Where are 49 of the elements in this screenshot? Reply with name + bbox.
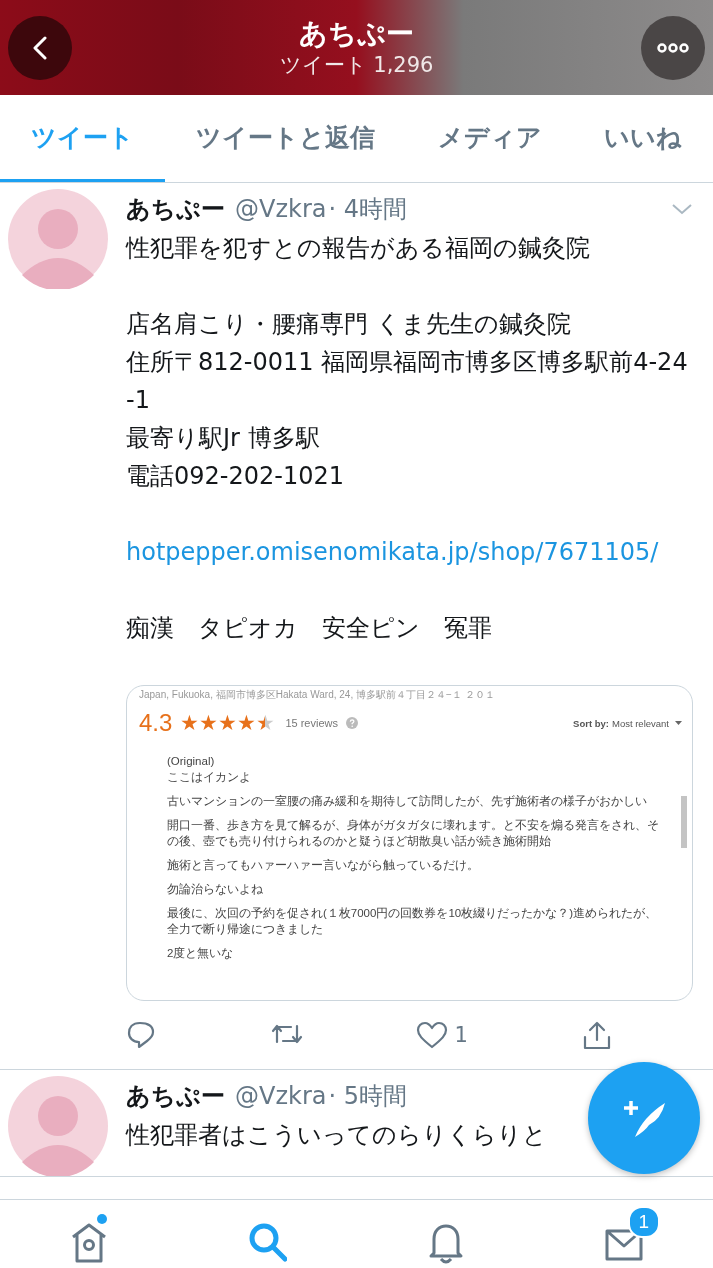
review-text: 最後に、次回の予約を促され(１枚7000円の回数券を10枚綴りだったかな？)進められたが、全力で断り帰途につきました [167, 906, 659, 937]
compose-button[interactable] [588, 1062, 700, 1174]
tweet-time: · 4時間 [328, 194, 408, 225]
review-text: (Original) ここはイカンよ [167, 754, 252, 785]
rating-number: 4.3 [139, 709, 173, 737]
tweet-count: ツイート 1,296 [279, 51, 434, 79]
address-text: Japan, Fukuoka, 福岡市博多区Hakata Ward, 24, 博多駅前４丁目２４−１ ２０１ [139, 689, 496, 701]
tweet-text: 性犯罪者はこういってのらりくらりと [126, 1120, 547, 1151]
tab[interactable]: メディア [406, 95, 573, 182]
user-handle: @Vzkra [235, 1082, 327, 1110]
review-count: 15 reviews [285, 717, 338, 729]
avatar-icon [8, 189, 108, 289]
back-icon [32, 35, 48, 60]
tab[interactable]: ツイートと返信 [165, 95, 407, 182]
caret-icon [675, 721, 682, 725]
tab[interactable]: ツイート [0, 95, 166, 182]
star-icon: ★ [180, 712, 200, 734]
unread-count: 1 [627, 1206, 660, 1238]
share-button[interactable] [581, 1020, 613, 1050]
user-name: あちぷー [126, 194, 225, 225]
tab[interactable]: いいね [572, 95, 713, 182]
user-name: あちぷー [126, 1081, 225, 1112]
review-text: 開口一番、歩き方を見て解るが、身体がガタガタに壊れます。と不安を煽る発言をされ、その後、壺でも売り付けられるのかと疑うほど胡散臭い話が続き施術開始 [167, 818, 660, 849]
more-icon [657, 42, 689, 53]
tweet-text: 電話092-202-1021 [126, 461, 345, 492]
review-text: 勿論治らないよね [167, 882, 264, 897]
avatar-icon [8, 1076, 108, 1176]
like-button[interactable]: 1 [416, 1020, 468, 1050]
tweet-time: · 5時間 [328, 1081, 408, 1112]
share-icon [581, 1020, 613, 1050]
tweet-text: 住所〒812-0011 福岡県福岡市博多区博多駅前4-24-1 [126, 347, 689, 416]
review-text: 施術と言ってもハァーハァー言いながら触っているだけ。 [167, 858, 480, 873]
link[interactable]: hotpepper.omisenomikata.jp/shop/7671105/ [126, 533, 693, 571]
help-icon [345, 717, 358, 729]
profile-name: あちぷー [299, 16, 414, 51]
heart-icon [416, 1020, 449, 1050]
star-icon: ★ [237, 712, 257, 734]
review-text: 2度と無いな [167, 946, 235, 961]
star-icon: ★ [218, 712, 238, 734]
tweet-text: 店名肩こり・腰痛専門 くま先生の鍼灸院 [126, 309, 572, 340]
tweet-text: 痴漢 タピオカ 安全ピン 冤罪 [126, 613, 493, 644]
star-icon: ★ [199, 712, 219, 734]
tweet-text: 性犯罪を犯すとの報告がある福岡の鍼灸院 [126, 233, 591, 264]
user-handle: @Vzkra [235, 195, 327, 223]
tweet-text: 最寄り駅Jr 博多駅 [126, 423, 321, 454]
mail-tab[interactable]: 1 [585, 1206, 662, 1268]
scrollbar [681, 796, 687, 848]
review-text: 古いマンションの一室腰の痛み緩和を期待して訪問したが、先ず施術者の様子がおかしい [167, 794, 648, 809]
sort-dropdown[interactable]: Sort by: Most relevant [573, 717, 682, 729]
